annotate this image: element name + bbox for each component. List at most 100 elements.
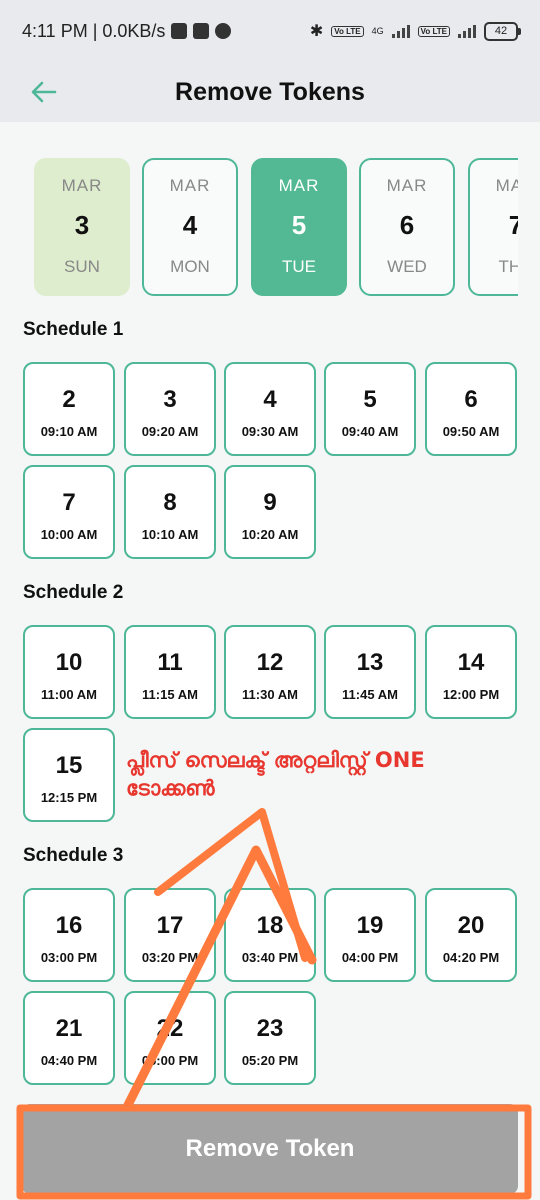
token-button[interactable]: 21 04:40 PM [23, 991, 115, 1085]
token-button[interactable]: 6 09:50 AM [425, 362, 517, 456]
token-time: 12:00 PM [442, 687, 500, 702]
status-time: 4:11 PM | 0.0KB/s [22, 20, 166, 41]
date-strip[interactable]: MAR 3 SUN MAR 4 MON MAR 5 TUE MAR 6 WED … [34, 158, 518, 300]
date-month: MAR [169, 176, 211, 195]
battery-icon: 42 [484, 21, 521, 41]
date-card[interactable]: MAR 6 WED [359, 158, 455, 296]
token-button[interactable]: 14 12:00 PM [425, 625, 517, 719]
token-time: 04:20 PM [442, 950, 500, 965]
token-number: 16 [55, 912, 83, 939]
token-button[interactable]: 4 09:30 AM [224, 362, 316, 456]
token-time: 05:20 PM [241, 1053, 299, 1068]
page-title: Remove Tokens [175, 77, 365, 106]
schedule-title: Schedule 3 [23, 845, 124, 866]
date-day: 7 [508, 210, 518, 240]
token-number: 23 [256, 1015, 284, 1042]
token-button[interactable]: 3 09:20 AM [124, 362, 216, 456]
token-time: 03:20 PM [141, 950, 199, 965]
token-number: 9 [263, 489, 277, 516]
token-button[interactable]: 18 03:40 PM [224, 888, 316, 982]
date-card[interactable]: MAR 7 THU [468, 158, 518, 296]
token-number: 13 [356, 649, 384, 676]
token-number: 19 [356, 912, 384, 939]
token-time: 11:00 AM [41, 687, 97, 702]
date-card[interactable]: MAR 4 MON [142, 158, 238, 296]
token-button[interactable]: 22 05:00 PM [124, 991, 216, 1085]
bluetooth-icon: ✱ [309, 23, 324, 40]
token-time: 04:40 PM [40, 1053, 98, 1068]
token-button[interactable]: 20 04:20 PM [425, 888, 517, 982]
token-time: 11:45 AM [342, 687, 398, 702]
date-month: MAR [278, 176, 320, 195]
token-number: 14 [457, 649, 485, 676]
token-time: 09:20 AM [141, 424, 199, 439]
token-button[interactable]: 5 09:40 AM [324, 362, 416, 456]
token-time: 10:20 AM [241, 527, 299, 542]
back-button[interactable] [24, 72, 64, 112]
date-card[interactable]: MAR 5 TUE [251, 158, 347, 296]
status-right: ✱ Vo LTE 4G Vo LTE 42 [309, 21, 521, 41]
token-button[interactable]: 13 11:45 AM [324, 625, 416, 719]
token-number: 10 [55, 649, 83, 676]
signal-icon [391, 24, 410, 38]
token-number: 4 [263, 386, 277, 413]
token-button[interactable]: 10 11:00 AM [23, 625, 115, 719]
token-button[interactable]: 16 03:00 PM [23, 888, 115, 982]
token-number: 21 [55, 1015, 83, 1042]
status-bar: 4:11 PM | 0.0KB/s ✱ Vo LTE 4G Vo LTE 42 [0, 0, 540, 62]
token-time: 03:40 PM [241, 950, 299, 965]
signal-icon-2 [458, 24, 476, 38]
date-day: 6 [399, 210, 415, 240]
app-icon [193, 23, 210, 39]
date-weekday: THU [498, 257, 518, 276]
date-day: 5 [291, 210, 307, 240]
remove-token-button[interactable]: Remove Token [22, 1104, 518, 1194]
token-time: 12:15 PM [40, 790, 98, 805]
arrow-left-icon [31, 81, 57, 103]
chat-icon [215, 23, 232, 39]
warning-message: പ്ലീസ് സെലക്ട് അറ്റലിസ്റ്റ് ONE ടോക്കൺ [126, 748, 425, 800]
token-button[interactable]: 12 11:30 AM [224, 625, 316, 719]
shield-icon [171, 23, 188, 39]
token-button[interactable]: 11 11:15 AM [124, 625, 216, 719]
schedule-title: Schedule 1 [23, 319, 124, 340]
token-button[interactable]: 9 10:20 AM [224, 465, 316, 559]
volte-icon: Vo LTE [331, 25, 364, 37]
date-weekday: MON [170, 257, 210, 276]
date-day: 3 [74, 210, 90, 240]
date-card[interactable]: MAR 3 SUN [34, 158, 130, 296]
token-number: 18 [256, 912, 284, 939]
token-number: 2 [62, 386, 76, 413]
token-number: 12 [256, 649, 284, 676]
date-weekday: WED [387, 257, 427, 276]
token-number: 22 [156, 1015, 184, 1042]
token-time: 05:00 PM [141, 1053, 199, 1068]
token-button[interactable]: 15 12:15 PM [23, 728, 115, 822]
token-button[interactable]: 8 10:10 AM [124, 465, 216, 559]
token-time: 09:30 AM [241, 424, 299, 439]
token-time: 09:50 AM [442, 424, 500, 439]
token-number: 8 [163, 489, 177, 516]
date-month: MAR [495, 176, 518, 195]
token-button[interactable]: 19 04:00 PM [324, 888, 416, 982]
token-number: 11 [157, 649, 183, 676]
token-number: 20 [457, 912, 485, 939]
token-time: 09:10 AM [40, 424, 98, 439]
token-button[interactable]: 23 05:20 PM [224, 991, 316, 1085]
token-time: 10:00 AM [40, 527, 98, 542]
token-button[interactable]: 2 09:10 AM [23, 362, 115, 456]
token-number: 17 [156, 912, 184, 939]
date-month: MAR [61, 176, 103, 195]
date-month: MAR [386, 176, 428, 195]
token-number: 15 [55, 752, 83, 779]
token-number: 3 [163, 386, 177, 413]
token-time: 04:00 PM [341, 950, 399, 965]
token-time: 11:15 AM [142, 687, 198, 702]
token-number: 6 [464, 386, 478, 413]
token-time: 10:10 AM [141, 527, 199, 542]
token-button[interactable]: 7 10:00 AM [23, 465, 115, 559]
date-weekday: SUN [64, 257, 100, 276]
date-weekday: TUE [282, 257, 316, 276]
token-button[interactable]: 17 03:20 PM [124, 888, 216, 982]
status-left: 4:11 PM | 0.0KB/s [22, 20, 232, 42]
